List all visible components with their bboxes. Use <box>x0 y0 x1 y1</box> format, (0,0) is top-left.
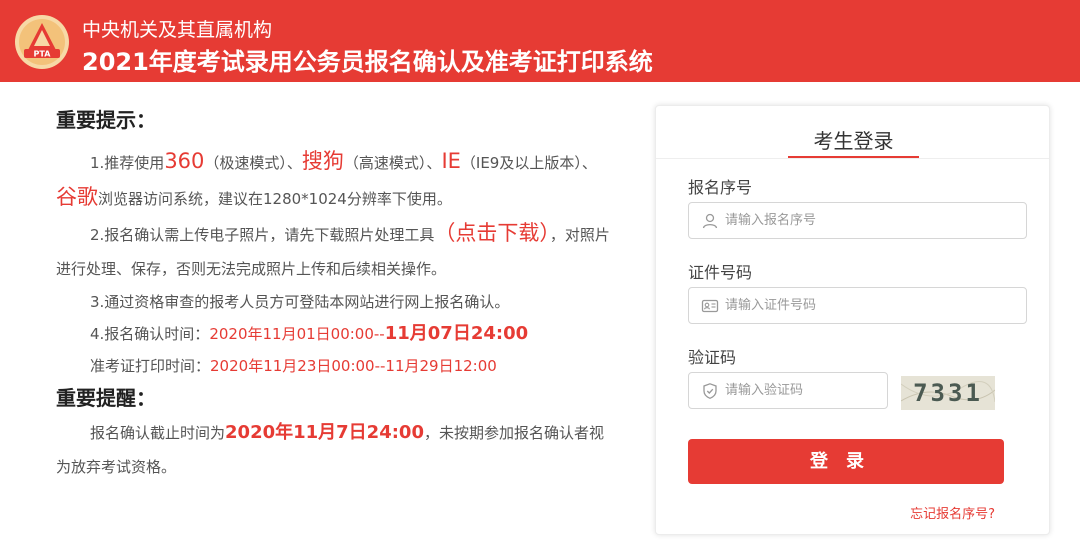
header-title: 2021年度考试录用公务员报名确认及准考证打印系统 <box>82 48 653 76</box>
captcha-field[interactable] <box>688 372 888 409</box>
browser-tip-text: 1.推荐使用 <box>90 154 165 172</box>
login-panel: 考生登录 报名序号 证件号码 验证码 7331 登录 忘记报名序号? <box>655 105 1050 535</box>
browser-tip-text: （高速模式）、 <box>343 154 442 172</box>
confirm-time-end: 11月07日24:00 <box>384 323 529 344</box>
id-number-label: 证件号码 <box>688 263 753 282</box>
svg-text:7331: 7331 <box>913 379 983 407</box>
browser-tip-text: 浏览器访问系统，建议在1280*1024分辨率下使用。 <box>98 190 452 208</box>
login-button[interactable]: 登录 <box>688 439 1004 484</box>
browser-360: 360 <box>164 149 205 173</box>
print-time-label: 准考证打印时间： <box>90 357 211 375</box>
svg-text:PTA: PTA <box>34 50 52 59</box>
notice-print-time: 准考证打印时间：2020年11月23日00:00--11月29日12:00 <box>56 350 616 382</box>
header-subtitle: 中央机关及其直属机构 <box>82 19 273 41</box>
captcha-image[interactable]: 7331 <box>901 376 995 410</box>
user-icon <box>701 212 719 230</box>
notice-deadline: 报名确认截止时间为2020年11月7日24:00，未按期参加报名确认者视为放弃考… <box>56 416 616 484</box>
pta-logo: PTA <box>14 14 70 70</box>
shield-icon <box>701 382 719 400</box>
photo-tip-text: 2.报名确认需上传电子照片，请先下载照片处理工具 <box>90 226 435 244</box>
captcha-input[interactable] <box>725 373 879 408</box>
header-bar: PTA 中央机关及其直属机构 2021年度考试录用公务员报名确认及准考证打印系统 <box>0 0 1080 82</box>
notice-heading-tips: 重要提示： <box>56 108 156 132</box>
notice-qualification-tip: 3.通过资格审查的报考人员方可登陆本网站进行网上报名确认。 <box>90 293 510 311</box>
forgot-reg-number-link[interactable]: 忘记报名序号? <box>910 503 995 522</box>
id-card-icon <box>701 297 719 315</box>
download-tool-link[interactable]: （点击下载） <box>434 221 550 245</box>
id-number-input[interactable] <box>725 288 1018 323</box>
deadline-date: 2020年11月7日24:00 <box>225 422 424 443</box>
captcha-label: 验证码 <box>688 348 737 367</box>
id-number-field[interactable] <box>688 287 1027 324</box>
login-title-underline <box>788 156 919 158</box>
confirm-time-label: 4.报名确认时间： <box>90 325 210 343</box>
browser-ie: IE <box>441 149 461 173</box>
browser-tip-text: （极速模式）、 <box>204 154 302 172</box>
reg-number-field[interactable] <box>688 202 1027 239</box>
reg-number-label: 报名序号 <box>688 178 753 197</box>
deadline-text: 报名确认截止时间为 <box>90 424 226 442</box>
reg-number-input[interactable] <box>725 203 1018 238</box>
browser-chrome: 谷歌 <box>56 185 98 209</box>
print-time-value: 2020年11月23日00:00--11月29日12:00 <box>210 357 497 375</box>
login-divider <box>656 158 1049 159</box>
notice-heading-reminder: 重要提醒： <box>56 386 156 410</box>
browser-sogou: 搜狗 <box>301 149 344 173</box>
notice-confirm-time: 4.报名确认时间：2020年11月01日00:00--11月07日24:00 <box>56 318 616 350</box>
notice-panel: 重要提示： 1.推荐使用360（极速模式）、搜狗（高速模式）、IE（IE9及以上… <box>56 108 616 484</box>
notice-browser-tip: 1.推荐使用360（极速模式）、搜狗（高速模式）、IE（IE9及以上版本）、谷歌… <box>56 144 616 216</box>
confirm-time-start: 2020年11月01日00:00-- <box>209 325 385 343</box>
login-title: 考生登录 <box>813 129 894 153</box>
browser-tip-text: （IE9及以上版本）、 <box>460 154 597 172</box>
notice-photo-tip: 2.报名确认需上传电子照片，请先下载照片处理工具（点击下载），对照片进行处理、保… <box>56 216 616 286</box>
